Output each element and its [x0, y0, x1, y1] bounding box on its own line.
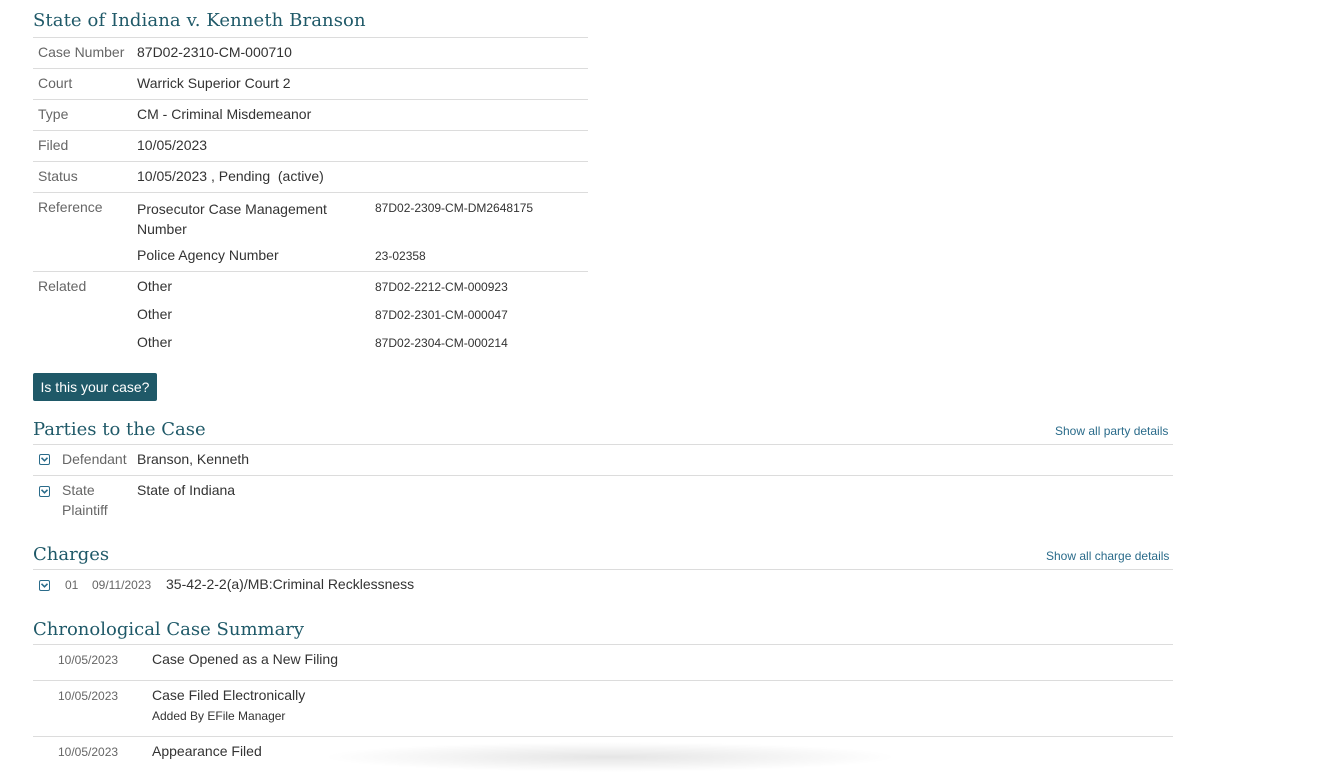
ccs-entry-text: Case Opened as a New Filing — [152, 651, 338, 667]
divider — [33, 99, 588, 100]
case-number-value: 87D02-2310-CM-000710 — [137, 44, 292, 60]
divider — [33, 644, 1173, 645]
type-value: CM - Criminal Misdemeanor — [137, 106, 312, 122]
divider — [33, 271, 588, 272]
ccs-entry-date: 10/05/2023 — [58, 745, 119, 759]
divider — [33, 161, 588, 162]
related-name: Other — [137, 278, 173, 294]
charges-section-title: Charges — [33, 544, 110, 565]
party-role: State — [62, 482, 95, 498]
bottom-overlay-shadow — [320, 742, 900, 772]
status-value: 10/05/2023 , Pending (active) — [137, 168, 324, 184]
reference-value: 23-02358 — [375, 249, 426, 263]
case-title: State of Indiana v. Kenneth Branson — [33, 10, 366, 31]
expand-chevron-icon[interactable] — [39, 486, 50, 497]
ccs-entry-subtext: Added By EFile Manager — [152, 709, 286, 723]
expand-chevron-icon[interactable] — [39, 580, 50, 591]
filed-value: 10/05/2023 — [137, 137, 208, 153]
filed-label: Filed — [38, 137, 69, 153]
divider — [33, 680, 1173, 681]
charge-number: 01 — [65, 578, 79, 592]
divider — [33, 192, 588, 193]
divider — [33, 37, 588, 38]
divider — [33, 130, 588, 131]
divider — [33, 475, 1173, 476]
related-name: Other — [137, 306, 173, 322]
show-all-party-details-link[interactable]: Show all party details — [1055, 424, 1168, 438]
related-case-link[interactable]: 87D02-2212-CM-000923 — [375, 280, 508, 294]
charge-description: 35-42-2-2(a)/MB:Criminal Recklessness — [166, 576, 415, 592]
expand-chevron-icon[interactable] — [39, 454, 50, 465]
charge-date: 09/11/2023 — [92, 578, 152, 592]
divider — [33, 736, 1173, 737]
related-case-link[interactable]: 87D02-2301-CM-000047 — [375, 308, 508, 322]
divider — [33, 569, 1173, 570]
ccs-entry-date: 10/05/2023 — [58, 653, 119, 667]
party-role: Plaintiff — [62, 502, 108, 518]
party-name: Branson, Kenneth — [137, 451, 250, 467]
ccs-section-title: Chronological Case Summary — [33, 619, 305, 640]
ccs-entry-text: Appearance Filed — [152, 743, 262, 759]
party-role: Defendant — [62, 451, 127, 467]
ccs-entry-date: 10/05/2023 — [58, 689, 119, 703]
reference-value: 87D02-2309-CM-DM2648175 — [375, 201, 534, 215]
ccs-entry-text: Case Filed Electronically — [152, 687, 306, 703]
parties-section-title: Parties to the Case — [33, 419, 206, 440]
court-label: Court — [38, 75, 73, 91]
type-label: Type — [38, 106, 69, 122]
related-name: Other — [137, 334, 173, 350]
reference-name: Police Agency Number — [137, 247, 279, 263]
case-number-label: Case Number — [38, 44, 125, 60]
divider — [33, 444, 1173, 445]
related-label: Related — [38, 278, 87, 294]
reference-label: Reference — [38, 199, 103, 215]
reference-name: Prosecutor Case Management Number — [137, 201, 327, 237]
related-case-link[interactable]: 87D02-2304-CM-000214 — [375, 336, 508, 350]
party-name: State of Indiana — [137, 482, 236, 498]
court-value: Warrick Superior Court 2 — [137, 75, 291, 91]
divider — [33, 68, 588, 69]
status-label: Status — [38, 168, 78, 184]
show-all-charge-details-link[interactable]: Show all charge details — [1046, 549, 1169, 563]
is-this-your-case-button[interactable]: Is this your case? — [33, 373, 157, 401]
